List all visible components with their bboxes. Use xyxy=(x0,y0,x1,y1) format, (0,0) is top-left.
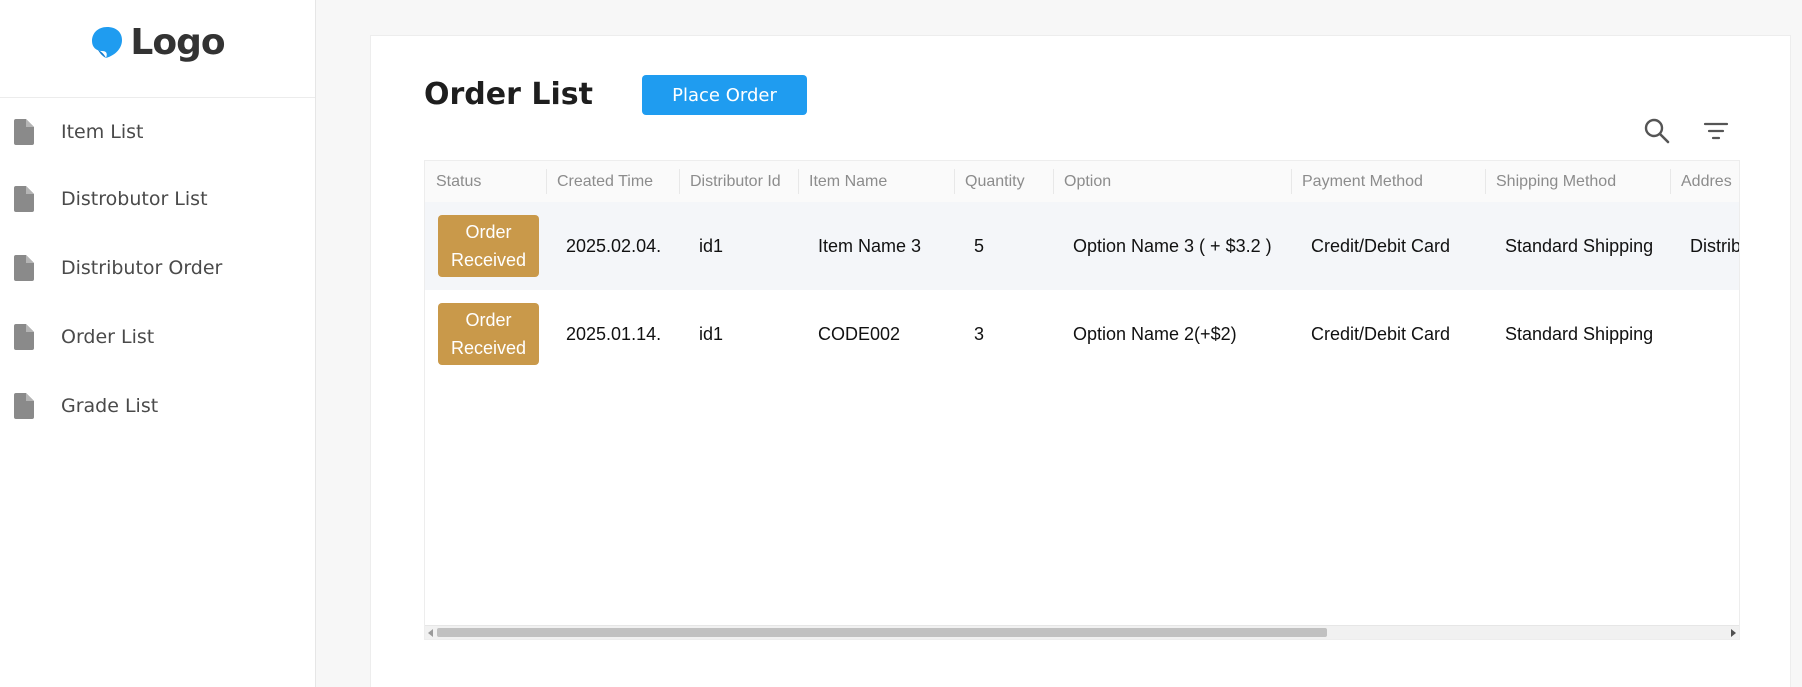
page-title: Order List xyxy=(424,77,593,112)
table-header: Status Created Time Distributor Id Item … xyxy=(425,161,1739,202)
order-table-grid: Status Created Time Distributor Id Item … xyxy=(425,161,1739,378)
status-badge-line: Received xyxy=(450,250,527,270)
sidebar: Logo Item List Distrobutor List Distribu… xyxy=(0,0,316,687)
status-cell: Order Received xyxy=(425,290,546,378)
order-table: Status Created Time Distributor Id Item … xyxy=(424,160,1740,640)
sidebar-item-label: Item List xyxy=(61,120,144,143)
sidebar-item-item-list[interactable]: Item List xyxy=(0,99,315,164)
logo[interactable]: Logo xyxy=(0,0,315,98)
horizontal-scrollbar[interactable] xyxy=(425,625,1739,639)
status-badge: Order Received xyxy=(438,215,539,277)
address-cell: Distrib xyxy=(1670,202,1739,290)
quantity-cell: 5 xyxy=(954,202,1053,290)
item-name-cell: CODE002 xyxy=(818,323,901,344)
column-header-item-name[interactable]: Item Name xyxy=(798,161,954,202)
place-order-button[interactable]: Place Order xyxy=(642,75,807,115)
distributor-id-cell: id1 xyxy=(679,202,798,290)
quantity-cell: 3 xyxy=(974,323,985,344)
scroll-right-arrow-icon[interactable] xyxy=(1731,629,1736,637)
column-header-payment-method[interactable]: Payment Method xyxy=(1291,161,1485,202)
column-header-created-time[interactable]: Created Time xyxy=(546,161,679,202)
document-icon xyxy=(14,185,34,212)
column-header-option[interactable]: Option xyxy=(1053,161,1291,202)
document-icon xyxy=(14,254,34,281)
sidebar-item-label: Order List xyxy=(61,325,155,348)
item-name-cell: Item Name 3 xyxy=(798,202,954,290)
distributor-id-cell: id1 xyxy=(699,323,724,344)
status-badge-line: Received xyxy=(450,338,527,358)
sidebar-item-distrobutor-list[interactable]: Distrobutor List xyxy=(0,164,315,233)
search-icon[interactable] xyxy=(1641,115,1673,147)
option-cell: Option Name 3 ( + $3.2 ) xyxy=(1053,202,1291,290)
logo-text: Logo xyxy=(130,22,225,63)
sidebar-item-label: Grade List xyxy=(61,394,159,417)
status-badge-line: Order xyxy=(465,222,512,242)
scroll-left-arrow-icon[interactable] xyxy=(428,629,433,637)
column-header-quantity[interactable]: Quantity xyxy=(954,161,1053,202)
sidebar-item-label: Distrobutor List xyxy=(61,187,208,210)
status-badge-line: Order xyxy=(465,310,512,330)
document-icon xyxy=(14,392,34,419)
document-icon xyxy=(14,118,34,145)
shipping-method-cell: Standard Shipping xyxy=(1505,323,1654,344)
column-header-shipping-method[interactable]: Shipping Method xyxy=(1485,161,1670,202)
filter-icon[interactable] xyxy=(1700,115,1732,147)
column-header-distributor-id[interactable]: Distributor Id xyxy=(679,161,798,202)
shipping-method-cell: Standard Shipping xyxy=(1485,202,1670,290)
column-header-address[interactable]: Addres xyxy=(1670,161,1739,202)
document-icon xyxy=(14,323,34,350)
order-list-card: Order List Place Order Status Created Ti… xyxy=(370,35,1791,687)
option-cell: Option Name 2(+$2) xyxy=(1073,323,1237,344)
payment-method-cell: Credit/Debit Card xyxy=(1311,323,1451,344)
created-time-cell: 2025.02.04. xyxy=(546,202,679,290)
table-row[interactable]: Order Received 2025.02.04. id1 Item Name… xyxy=(425,202,1739,290)
sidebar-item-grade-list[interactable]: Grade List xyxy=(0,371,315,440)
logo-icon xyxy=(92,26,123,58)
status-badge: Order Received xyxy=(438,303,539,365)
address-cell xyxy=(1670,290,1739,378)
sidebar-item-distributor-order[interactable]: Distributor Order xyxy=(0,233,315,302)
scrollbar-thumb[interactable] xyxy=(437,628,1327,637)
payment-method-cell: Credit/Debit Card xyxy=(1291,202,1485,290)
sidebar-item-label: Distributor Order xyxy=(61,256,223,279)
status-cell: Order Received xyxy=(425,202,546,290)
sidebar-item-order-list[interactable]: Order List xyxy=(0,302,315,371)
sidebar-nav: Item List Distrobutor List Distributor O… xyxy=(0,99,315,440)
column-header-status[interactable]: Status xyxy=(425,161,546,202)
created-time-cell: 2025.01.14. xyxy=(566,323,662,344)
table-row[interactable]: Order Received 2025.01.14. id1 CODE002 3… xyxy=(425,290,1739,378)
